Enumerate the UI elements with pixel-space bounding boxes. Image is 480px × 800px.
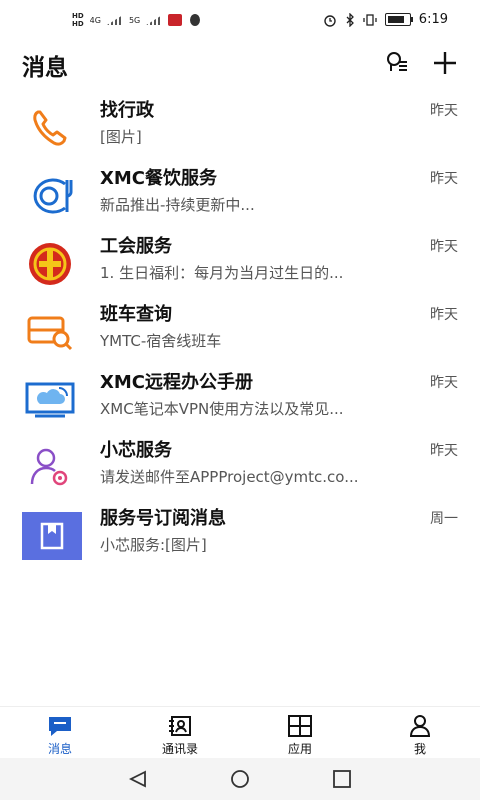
list-item[interactable]: 工会服务 昨天 1. 生日福利：每月为当月过生日的... [0, 226, 480, 294]
conversation-preview: 1. 生日福利：每月为当月过生日的... [100, 264, 344, 282]
phone-icon [33, 110, 67, 146]
conversation-name: 服务号订阅消息 [100, 508, 226, 529]
status-left: HD HD 4G 5G [72, 12, 202, 28]
person-icon [409, 715, 431, 737]
chat-icon [49, 717, 71, 736]
search-person-icon [387, 52, 407, 71]
hd-icon: HD HD [72, 12, 84, 28]
contacts-icon [169, 716, 191, 736]
back-icon[interactable] [128, 770, 148, 788]
cloud-laptop-icon [25, 382, 75, 418]
page-title: 消息 [22, 55, 68, 81]
signal-icon-2 [146, 15, 163, 25]
avatar [22, 240, 78, 288]
bluetooth-icon [346, 12, 354, 27]
conversation-preview: 小芯服务:[图片] [100, 536, 207, 554]
search-contact-button[interactable] [382, 48, 412, 78]
dining-icon [33, 178, 73, 214]
avatar [22, 104, 78, 152]
system-nav-bar [0, 758, 480, 800]
tab-me[interactable]: 我 [360, 707, 480, 759]
avatar [22, 512, 82, 560]
alarm-icon [324, 14, 336, 27]
user-gear-icon [30, 448, 68, 486]
list-item[interactable]: XMC餐饮服务 昨天 新品推出-持续更新中... [0, 158, 480, 226]
bookmark-icon [22, 512, 82, 560]
union-emblem-icon [29, 243, 71, 285]
conversation-preview: 请发送邮件至APPProject@ymtc.co... [100, 468, 359, 486]
vibrate-icon [363, 13, 377, 26]
conversation-time: 周一 [430, 511, 458, 527]
list-item[interactable]: 服务号订阅消息 周一 小芯服务:[图片] [0, 498, 480, 566]
tab-label: 通讯录 [161, 742, 198, 756]
conversation-name: 找行政 [100, 100, 154, 121]
add-button[interactable] [430, 48, 460, 78]
apps-grid-icon [288, 715, 312, 737]
tab-label: 消息 [47, 742, 72, 756]
conversation-name: XMC餐饮服务 [100, 168, 217, 189]
page-header: 消息 [0, 42, 480, 86]
conversation-time: 昨天 [430, 239, 458, 255]
conversation-preview: YMTC-宿舍线班车 [100, 332, 222, 350]
avatar [22, 444, 78, 492]
conversation-time: 昨天 [430, 307, 458, 323]
network-label-1: 4G [89, 15, 101, 25]
list-item[interactable]: 小芯服务 昨天 请发送邮件至APPProject@ymtc.co... [0, 430, 480, 498]
tab-apps[interactable]: 应用 [240, 707, 360, 759]
conversation-time: 昨天 [430, 443, 458, 459]
status-bar: HD HD 4G 5G 6:19 [0, 0, 480, 40]
home-icon[interactable] [229, 770, 251, 788]
tab-contacts[interactable]: 通讯录 [120, 707, 240, 759]
conversation-preview: 新品推出-持续更新中... [100, 196, 255, 214]
avatar [22, 172, 78, 220]
avatar [22, 376, 78, 424]
bus-search-icon [27, 316, 73, 351]
tab-label: 我 [413, 742, 426, 756]
status-right: 6:19 [323, 12, 448, 27]
tab-label: 应用 [287, 742, 312, 756]
plus-icon [434, 52, 456, 74]
network-label-2: 5G [128, 15, 141, 25]
conversation-preview: [图片] [100, 128, 142, 146]
avatar [22, 308, 78, 356]
app-notification-icon [168, 14, 183, 26]
conversation-time: 昨天 [430, 171, 458, 187]
list-item[interactable]: 找行政 昨天 [图片] [0, 90, 480, 158]
signal-icon [106, 15, 123, 25]
status-time: 6:19 [418, 12, 448, 27]
list-item[interactable]: 班车查询 昨天 YMTC-宿舍线班车 [0, 294, 480, 362]
conversation-name: XMC远程办公手册 [100, 372, 253, 393]
conversation-list: 找行政 昨天 [图片] XMC餐饮服务 昨天 新品推出-持续更新中... 工会服… [0, 90, 480, 566]
list-item[interactable]: XMC远程办公手册 昨天 XMC笔记本VPN使用方法以及常见... [0, 362, 480, 430]
conversation-name: 班车查询 [100, 304, 172, 325]
recents-icon[interactable] [333, 770, 351, 788]
conversation-time: 昨天 [430, 103, 458, 119]
tab-messages[interactable]: 消息 [0, 707, 120, 759]
qq-icon [190, 14, 201, 26]
conversation-name: 工会服务 [100, 236, 172, 257]
conversation-time: 昨天 [430, 375, 458, 391]
battery-icon [384, 13, 413, 26]
conversation-name: 小芯服务 [100, 440, 172, 461]
conversation-preview: XMC笔记本VPN使用方法以及常见... [100, 400, 344, 418]
bottom-tab-bar: 消息 通讯录 应用 我 [0, 706, 480, 759]
